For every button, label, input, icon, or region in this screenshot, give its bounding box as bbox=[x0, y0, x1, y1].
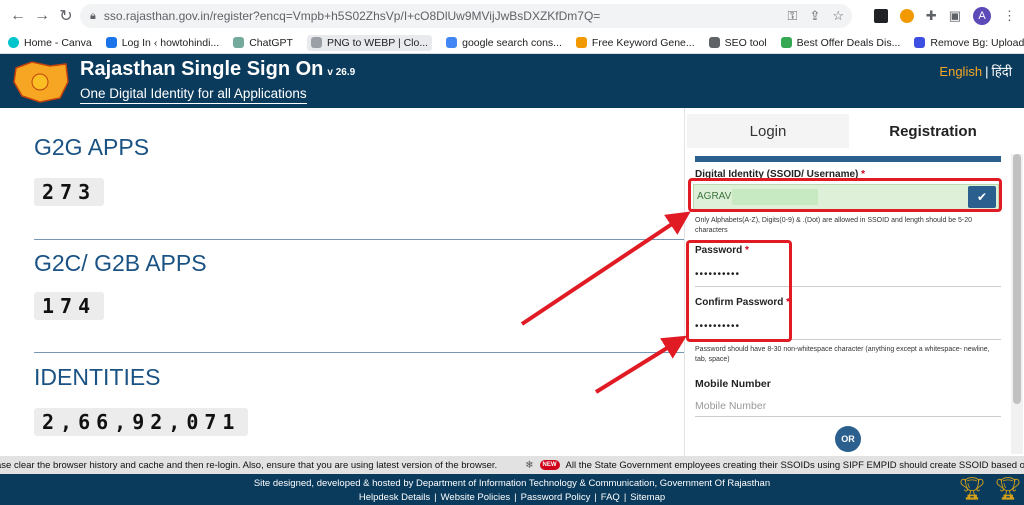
bookmark-item[interactable]: Remove Bg: Upload... bbox=[914, 37, 1024, 49]
new-badge: NEW bbox=[539, 460, 560, 470]
share-icon[interactable]: ⇪ bbox=[809, 8, 820, 24]
bookmark-item[interactable]: Home - Canva bbox=[8, 37, 92, 49]
site-subtitle: One Digital Identity for all Application… bbox=[80, 86, 307, 104]
footer-divider: | bbox=[514, 492, 517, 503]
bookmark-favicon-icon bbox=[446, 37, 458, 48]
key-icon[interactable]: ⚿ bbox=[788, 8, 798, 24]
lang-separator: | bbox=[985, 64, 989, 79]
bookmarks-bar: Home - Canva Log In ‹ howtohindi... Chat… bbox=[0, 32, 1024, 54]
stat-counter: 2,66,92,071 bbox=[34, 408, 249, 436]
url-text[interactable]: sso.rajasthan.gov.in/register?encq=Vmpb+… bbox=[104, 9, 600, 23]
puzzle-icon[interactable]: ✚ bbox=[926, 8, 937, 24]
bookmark-favicon-icon bbox=[8, 37, 19, 48]
avatar[interactable]: A bbox=[973, 7, 991, 25]
lang-hindi-link[interactable]: हिंदी bbox=[991, 64, 1012, 79]
bookmark-item[interactable]: ChatGPT bbox=[233, 37, 293, 49]
divider bbox=[34, 239, 684, 240]
footer-divider: | bbox=[594, 492, 597, 503]
bookmark-favicon-icon bbox=[310, 37, 322, 48]
ticker-message: All the State Government employees creat… bbox=[565, 459, 1024, 471]
stat-title: G2G APPS bbox=[34, 134, 150, 160]
bookmark-item[interactable]: PNG to WEBP | Clo... bbox=[306, 34, 433, 51]
mobile-input[interactable]: Mobile Number bbox=[695, 400, 766, 412]
bookmark-favicon-icon bbox=[914, 37, 926, 48]
footer-credit: Site designed, developed & hosted by Dep… bbox=[253, 478, 771, 489]
bookmark-favicon-icon bbox=[105, 37, 117, 48]
menu-dots-icon[interactable]: ⋮ bbox=[1003, 8, 1016, 24]
footer-link-policies[interactable]: Website Policies bbox=[441, 492, 511, 503]
mobile-label: Mobile Number bbox=[695, 378, 771, 390]
highlight-password-box bbox=[686, 240, 792, 342]
trophy-icon: 🏆︎ bbox=[994, 476, 1022, 501]
stat-title: IDENTITIES bbox=[34, 364, 161, 390]
bookmark-favicon-icon bbox=[780, 37, 792, 48]
stat-title: G2C/ G2B APPS bbox=[34, 250, 207, 276]
stat-counter: 174 bbox=[34, 292, 105, 320]
footer-link-password-policy[interactable]: Password Policy bbox=[521, 492, 591, 503]
reload-icon[interactable]: ↻ bbox=[54, 4, 78, 28]
trophy-icon: 🏆︎ bbox=[958, 476, 986, 501]
ssoid-help-text: Only Alphabets(A-Z), Digits(0-9) & .(Dot… bbox=[695, 217, 973, 234]
back-arrow-icon[interactable]: ← bbox=[6, 4, 30, 28]
site-footer: Site designed, developed & hosted by Dep… bbox=[0, 474, 1024, 505]
lang-english-link[interactable]: English bbox=[939, 64, 982, 79]
footer-link-helpdesk[interactable]: Helpdesk Details bbox=[359, 492, 430, 503]
address-bar[interactable]: 🔒︎ sso.rajasthan.gov.in/register?encq=Vm… bbox=[80, 4, 852, 28]
forward-arrow-icon[interactable]: → bbox=[30, 4, 54, 28]
footer-link-sitemap[interactable]: Sitemap bbox=[630, 492, 665, 503]
bookmark-item[interactable]: Log In ‹ howtohindi... bbox=[105, 37, 219, 49]
form-scrollbar[interactable] bbox=[1011, 154, 1023, 454]
bookmark-item[interactable]: SEO tool bbox=[708, 37, 767, 49]
form-top-bar bbox=[695, 156, 1001, 162]
browser-toolbar: ← → ↻ 🔒︎ sso.rajasthan.gov.in/register?e… bbox=[0, 0, 1024, 32]
site-title: Rajasthan Single Sign On v 26.9 bbox=[80, 58, 356, 80]
star-icon[interactable]: ☆ bbox=[832, 8, 844, 24]
footer-link-faq[interactable]: FAQ bbox=[601, 492, 620, 503]
language-switcher: English | हिंदी bbox=[939, 62, 1012, 80]
version-label: v 26.9 bbox=[327, 67, 356, 78]
scrollbar-thumb[interactable] bbox=[1013, 154, 1021, 404]
bookmark-item[interactable]: Best Offer Deals Dis... bbox=[780, 37, 900, 49]
or-divider: OR bbox=[835, 426, 861, 452]
bookmark-item[interactable]: google search cons... bbox=[446, 37, 562, 49]
news-ticker: ase clear the browser history and cache … bbox=[0, 456, 1024, 474]
bookmark-favicon-icon bbox=[575, 37, 587, 48]
password-help-text: Password should have 8-30 non-whitespace… bbox=[695, 346, 990, 363]
bookmark-favicon-icon bbox=[233, 37, 245, 48]
rajasthan-logo[interactable] bbox=[10, 58, 72, 104]
input-underline bbox=[695, 416, 1001, 417]
bookmark-favicon-icon bbox=[708, 37, 720, 48]
snowflake-icon: ❄ bbox=[525, 459, 534, 471]
extension-circle-icon[interactable] bbox=[899, 9, 914, 23]
highlight-ssoid-box bbox=[688, 178, 1002, 212]
footer-divider: | bbox=[623, 492, 627, 503]
side-panel-icon[interactable]: ▣ bbox=[949, 8, 961, 24]
tab-registration[interactable]: Registration bbox=[853, 114, 1013, 148]
extension-square-icon[interactable] bbox=[873, 9, 888, 23]
ticker-message: ase clear the browser history and cache … bbox=[0, 459, 498, 471]
tab-login[interactable]: Login bbox=[687, 114, 849, 148]
lock-icon: 🔒︎ bbox=[90, 9, 96, 22]
stat-counter: 273 bbox=[34, 178, 105, 206]
bookmark-item[interactable]: Free Keyword Gene... bbox=[575, 37, 695, 49]
footer-links: Helpdesk Details | Website Policies | Passwo… bbox=[0, 492, 1024, 503]
footer-divider: | bbox=[434, 492, 437, 503]
divider bbox=[34, 352, 684, 353]
